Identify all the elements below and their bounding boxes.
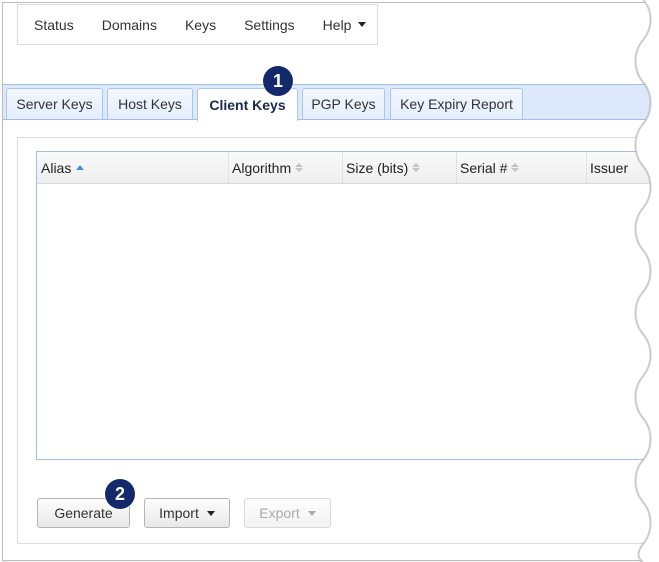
column-header-alias[interactable]: Alias: [37, 152, 229, 183]
export-button-label: Export: [259, 505, 300, 521]
callout-badge-1: 1: [263, 66, 293, 96]
chevron-down-icon: [206, 510, 215, 516]
column-issuer-label: Issuer: [590, 159, 629, 176]
generate-button-label: Generate: [54, 505, 113, 521]
column-algorithm-label: Algorithm: [232, 159, 292, 176]
table-body-empty: [37, 184, 659, 459]
sort-ascending-icon: [76, 165, 85, 170]
callout-1-number: 1: [272, 70, 283, 91]
torn-edge-decoration: [634, 0, 659, 562]
column-alias-label: Alias: [41, 159, 72, 176]
callout-badge-2: 2: [105, 479, 135, 509]
import-dropdown-button[interactable]: Import: [144, 498, 230, 528]
column-size-label: Size (bits): [346, 159, 409, 176]
tab-key-expiry-report[interactable]: Key Expiry Report: [390, 88, 523, 119]
nav-keys-label: Keys: [184, 16, 217, 33]
top-navigation: Status Domains Keys Settings Help: [17, 4, 378, 45]
tab-pgp-keys[interactable]: PGP Keys: [302, 88, 385, 119]
nav-settings-label: Settings: [244, 16, 295, 33]
tab-host-keys-label: Host Keys: [118, 96, 182, 112]
nav-help-label: Help: [322, 16, 352, 33]
tab-key-expiry-report-label: Key Expiry Report: [400, 96, 513, 112]
column-header-serial[interactable]: Serial #: [457, 152, 587, 183]
tab-pgp-keys-label: PGP Keys: [311, 96, 376, 112]
tab-host-keys[interactable]: Host Keys: [107, 88, 193, 119]
table-header: Alias Algorithm Size (bits) Serial # Iss…: [37, 152, 659, 184]
nav-keys[interactable]: Keys: [169, 17, 216, 33]
column-header-algorithm[interactable]: Algorithm: [229, 152, 343, 183]
client-keys-table: Alias Algorithm Size (bits) Serial # Iss…: [36, 151, 659, 460]
column-serial-label: Serial #: [460, 159, 508, 176]
tab-server-keys-label: Server Keys: [16, 96, 93, 112]
sort-icon: [295, 163, 304, 172]
sort-icon: [511, 163, 520, 172]
tab-server-keys[interactable]: Server Keys: [6, 88, 103, 119]
chevron-down-icon: [307, 510, 316, 516]
nav-domains-label: Domains: [101, 16, 157, 33]
tab-strip: Server Keys Host Keys Client Keys PGP Ke…: [3, 84, 659, 121]
nav-status-label: Status: [34, 16, 74, 33]
export-dropdown-button: Export: [244, 498, 331, 528]
nav-help-dropdown[interactable]: Help: [307, 17, 367, 33]
tab-client-keys-label: Client Keys: [209, 97, 286, 113]
nav-status[interactable]: Status: [18, 17, 74, 33]
import-button-label: Import: [159, 505, 199, 521]
column-header-size[interactable]: Size (bits): [343, 152, 457, 183]
nav-settings[interactable]: Settings: [228, 17, 295, 33]
callout-2-number: 2: [114, 483, 125, 504]
nav-domains[interactable]: Domains: [86, 17, 157, 33]
sort-icon: [412, 163, 421, 172]
chevron-down-icon: [358, 22, 367, 27]
